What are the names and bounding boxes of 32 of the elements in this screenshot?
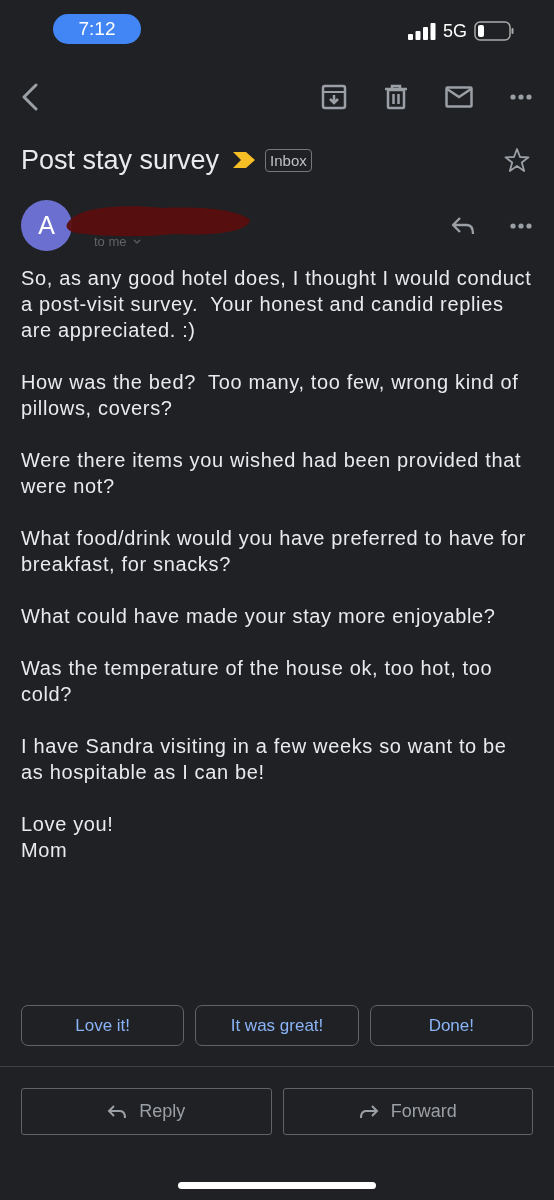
signal-icon <box>408 22 436 40</box>
reply-icon[interactable] <box>451 215 475 236</box>
battery-icon <box>474 21 514 41</box>
trash-icon[interactable] <box>384 84 408 110</box>
inbox-label[interactable]: Inbox <box>265 148 312 172</box>
more-icon[interactable] <box>510 94 532 100</box>
email-subject: Post stay survey <box>21 144 220 176</box>
body-paragraph: What could have made your stay more enjoyable? <box>21 604 497 629</box>
body-paragraph: Love you! Mom <box>21 812 115 863</box>
smart-reply-button[interactable]: Love it! <box>21 1005 185 1046</box>
body-paragraph: So, as any good hotel does, I thought I would conduct a post-visit survey. Your honest and candid replies are appreciated. :) <box>21 266 533 343</box>
status-time: 7:12 <box>53 14 141 44</box>
back-icon[interactable] <box>21 83 39 111</box>
network-label: 5G <box>443 20 467 42</box>
mail-icon[interactable] <box>445 86 473 108</box>
sender-avatar: A <box>21 200 72 251</box>
forward-icon <box>358 1103 379 1120</box>
archive-icon[interactable] <box>321 84 347 110</box>
importance-marker-icon[interactable] <box>233 152 256 168</box>
smart-reply-button[interactable]: Done! <box>369 1005 533 1046</box>
reply-button[interactable]: Reply <box>21 1088 272 1135</box>
smart-reply-button[interactable]: It was great! <box>195 1005 359 1046</box>
forward-button[interactable]: Forward <box>282 1088 533 1135</box>
body-paragraph: Was the temperature of the house ok, too hot, too cold? <box>21 656 494 707</box>
reply-icon <box>107 1103 128 1120</box>
chevron-icon <box>132 239 141 244</box>
star-icon[interactable] <box>504 147 530 173</box>
body-paragraph: Were there items you wished had been provided that were not? <box>21 448 523 499</box>
body-paragraph: What food/drink would you have preferred to have for breakfast, for snacks? <box>21 526 528 577</box>
more-icon[interactable] <box>510 222 532 229</box>
body-paragraph: I have Sandra visiting in a few weeks so want to be as hospitable as I can be! <box>21 734 508 785</box>
body-paragraph: How was the bed? Too many, too few, wrong kind of pillows, covers? <box>21 370 520 421</box>
